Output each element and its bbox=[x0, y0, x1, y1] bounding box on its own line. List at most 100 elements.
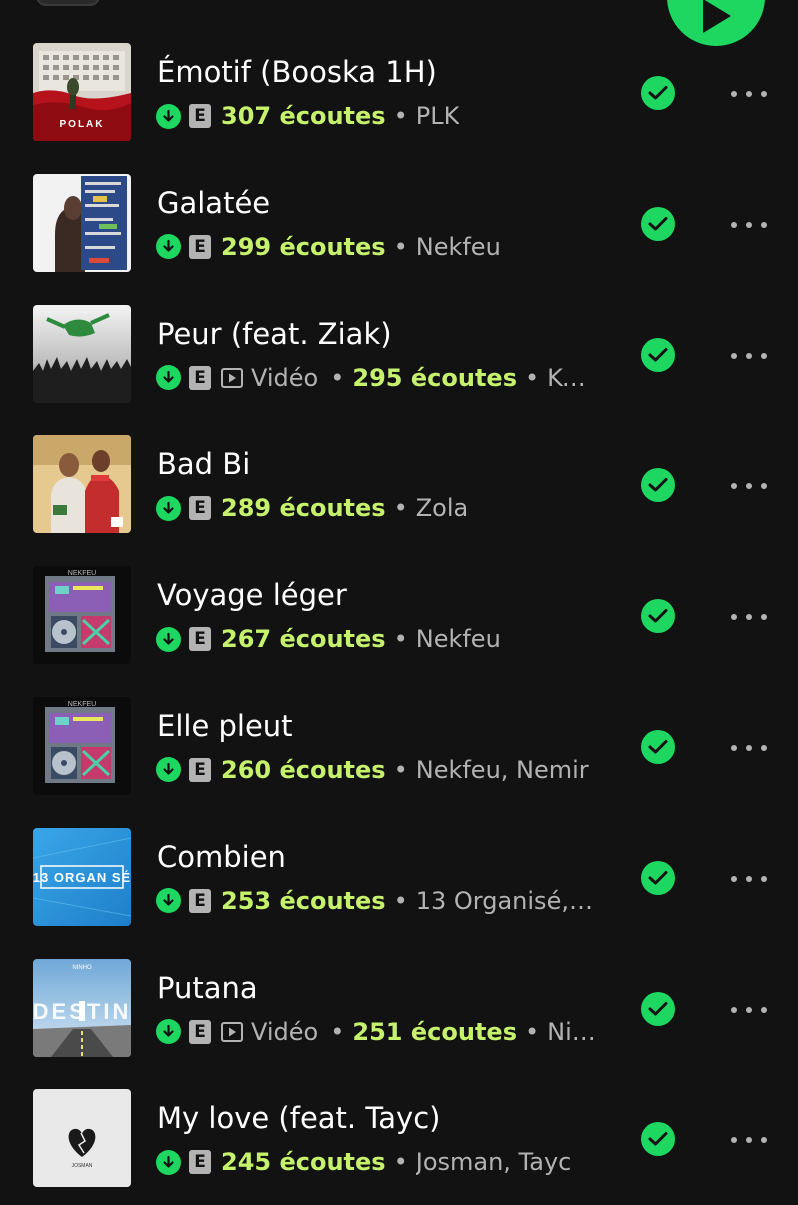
track-meta: E • 299 écoutes • Nekfeu bbox=[156, 231, 501, 263]
track-meta: E Vidéo • 295 écoutes • Ker... bbox=[156, 362, 596, 394]
play-count: 245 écoutes bbox=[221, 1148, 386, 1177]
svg-text:NINHO: NINHO bbox=[72, 965, 92, 971]
play-count: 260 écoutes bbox=[221, 755, 386, 784]
svg-text:POLAK: POLAK bbox=[60, 119, 105, 130]
track-title: Galatée bbox=[157, 185, 271, 220]
more-options-icon[interactable] bbox=[731, 613, 767, 621]
check-circle-icon[interactable] bbox=[641, 468, 675, 503]
check-circle-icon[interactable] bbox=[641, 76, 675, 110]
check-circle-icon[interactable] bbox=[641, 991, 675, 1026]
more-options-icon[interactable] bbox=[731, 1006, 767, 1014]
separator-dot: • bbox=[393, 886, 408, 915]
download-icon bbox=[156, 626, 181, 652]
track-row[interactable]: Peur (feat. Ziak) E Vidéo • 295 écoutes … bbox=[0, 290, 798, 421]
download-icon bbox=[156, 1019, 181, 1045]
track-row[interactable]: NEKFEU Voyage léger E • 267 écoutes • Ne… bbox=[0, 551, 798, 682]
video-label: Vidéo bbox=[251, 1017, 319, 1046]
artist-name[interactable]: Josman, Tayc bbox=[416, 1148, 572, 1176]
check-circle-icon[interactable] bbox=[641, 599, 675, 634]
track-meta: E • 253 écoutes • 13 Organisé, M... bbox=[156, 885, 596, 917]
download-icon bbox=[156, 365, 181, 391]
separator-dot: • bbox=[330, 363, 345, 392]
more-options-icon[interactable] bbox=[731, 875, 767, 883]
artist-name[interactable]: 13 Organisé, M... bbox=[416, 887, 596, 915]
track-row[interactable]: JOSMAN My love (feat. Tayc) E • 245 écou… bbox=[0, 1074, 798, 1205]
artist-name[interactable]: PLK bbox=[416, 102, 460, 130]
explicit-badge: E bbox=[189, 1019, 211, 1044]
cover-destin: DESTINNINHO bbox=[33, 958, 131, 1057]
play-count: 251 écoutes bbox=[352, 1017, 517, 1046]
more-options-icon[interactable] bbox=[731, 744, 767, 752]
track-title: Elle pleut bbox=[157, 708, 293, 743]
svg-text:NEKFEU: NEKFEU bbox=[68, 570, 96, 577]
cover-galatee bbox=[33, 173, 131, 272]
track-title: Putana bbox=[157, 970, 258, 1005]
top-control-pill[interactable] bbox=[36, 0, 100, 6]
track-title: Émotif (Booska 1H) bbox=[157, 55, 437, 89]
separator-dot: • bbox=[393, 1148, 408, 1177]
play-count: 253 écoutes bbox=[221, 886, 386, 915]
cover-mylove: JOSMAN bbox=[33, 1089, 131, 1188]
svg-text:JOSMAN: JOSMAN bbox=[72, 1163, 93, 1169]
cover-nekfeu-cd: NEKFEU bbox=[33, 696, 131, 795]
explicit-badge: E bbox=[189, 1150, 211, 1175]
separator-dot: • bbox=[393, 625, 408, 654]
video-label: Vidéo bbox=[251, 363, 319, 392]
video-wrap: Vidéo • bbox=[221, 1018, 352, 1046]
play-count: 289 écoutes bbox=[221, 494, 386, 523]
artist-name[interactable]: Nekfeu, Nemir bbox=[416, 756, 589, 784]
check-circle-icon[interactable] bbox=[641, 1122, 675, 1157]
explicit-badge: E bbox=[189, 496, 211, 521]
track-meta: E • 289 écoutes • Zola bbox=[156, 492, 468, 524]
play-count: 295 écoutes bbox=[352, 363, 517, 392]
check-circle-icon[interactable] bbox=[641, 860, 675, 895]
play-count: 267 écoutes bbox=[221, 625, 386, 654]
explicit-badge: E bbox=[189, 104, 211, 128]
separator-dot: • bbox=[330, 1017, 345, 1046]
download-icon bbox=[156, 888, 181, 914]
download-icon bbox=[156, 103, 181, 129]
artist-name[interactable]: Ninho bbox=[547, 1018, 596, 1046]
cover-13organise: 13 ORGAN SÉ bbox=[33, 827, 131, 926]
more-options-icon[interactable] bbox=[731, 1136, 767, 1144]
check-circle-icon[interactable] bbox=[641, 729, 675, 764]
artist-name[interactable]: Nekfeu bbox=[416, 233, 501, 261]
track-meta: E • 267 écoutes • Nekfeu bbox=[156, 623, 501, 655]
separator-dot: • bbox=[393, 494, 408, 523]
track-row[interactable]: 13 ORGAN SÉ Combien E • 253 écoutes • 13… bbox=[0, 813, 798, 944]
track-title: Bad Bi bbox=[157, 447, 251, 482]
more-options-icon[interactable] bbox=[731, 90, 767, 98]
track-row[interactable]: NEKFEU Elle pleut E • 260 écoutes • Nekf… bbox=[0, 682, 798, 813]
track-title: Peur (feat. Ziak) bbox=[157, 316, 392, 351]
video-wrap: Vidéo • bbox=[221, 364, 352, 392]
separator-dot: • bbox=[524, 1017, 540, 1046]
separator-dot: • bbox=[393, 232, 408, 261]
separator-dot: • bbox=[393, 755, 408, 784]
track-title: Combien bbox=[157, 839, 286, 874]
track-title: Voyage léger bbox=[157, 578, 347, 613]
track-meta: E • 245 écoutes • Josman, Tayc bbox=[156, 1146, 571, 1178]
track-meta: E • 307 écoutes • PLK bbox=[156, 100, 459, 132]
cover-crowd bbox=[33, 304, 131, 403]
download-icon bbox=[156, 234, 181, 260]
explicit-badge: E bbox=[189, 627, 211, 652]
track-meta: E • 260 écoutes • Nekfeu, Nemir bbox=[156, 754, 589, 786]
svg-text:13 ORGAN SÉ: 13 ORGAN SÉ bbox=[33, 870, 131, 885]
check-circle-icon[interactable] bbox=[641, 206, 675, 241]
artist-name[interactable]: Ker... bbox=[547, 364, 596, 392]
track-list: POLAK Émotif (Booska 1H) E • 307 écoutes… bbox=[0, 28, 798, 1205]
more-options-icon[interactable] bbox=[731, 352, 767, 360]
track-row[interactable]: DESTINNINHO Putana E Vidéo • 251 écoutes… bbox=[0, 944, 798, 1075]
artist-name[interactable]: Zola bbox=[416, 494, 469, 522]
cover-polak: POLAK bbox=[33, 43, 131, 141]
artist-name[interactable]: Nekfeu bbox=[416, 625, 501, 653]
track-title: My love (feat. Tayc) bbox=[157, 1101, 441, 1136]
track-row[interactable]: Bad Bi E • 289 écoutes • Zola bbox=[0, 420, 798, 551]
more-options-icon[interactable] bbox=[731, 221, 767, 229]
more-options-icon[interactable] bbox=[731, 482, 767, 490]
play-count: 307 écoutes bbox=[221, 102, 386, 130]
track-row[interactable]: Galatée E • 299 écoutes • Nekfeu bbox=[0, 159, 798, 290]
explicit-badge: E bbox=[189, 888, 211, 913]
check-circle-icon[interactable] bbox=[641, 337, 675, 372]
track-row[interactable]: POLAK Émotif (Booska 1H) E • 307 écoutes… bbox=[0, 28, 798, 159]
